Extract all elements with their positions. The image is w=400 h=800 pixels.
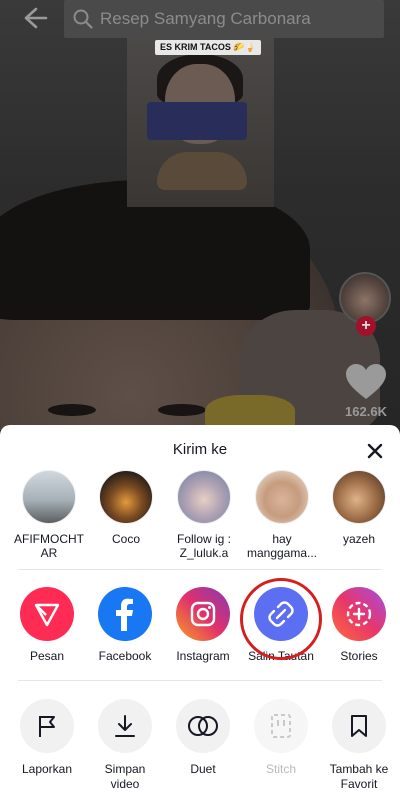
- search-query: Resep Samyang Carbonara: [100, 9, 311, 28]
- stitch-button: Stitch: [243, 699, 319, 777]
- facebook-icon: [98, 587, 152, 641]
- avatar: [99, 470, 153, 524]
- share-label: Pesan: [29, 649, 65, 663]
- divider: [18, 569, 382, 570]
- contact-name: yazeh: [342, 532, 376, 546]
- share-label: Facebook: [98, 649, 152, 663]
- contact-item[interactable]: Coco: [88, 470, 164, 546]
- contact-item[interactable]: AFIFMOCHT AR: [11, 470, 87, 560]
- paper-plane-icon: [20, 587, 74, 641]
- highlight-annotation-ring: [240, 578, 322, 660]
- contact-item[interactable]: Follow ig : Z_luluk.a: [166, 470, 242, 560]
- thumb-taco: [157, 152, 247, 190]
- close-icon[interactable]: [364, 440, 386, 462]
- search-bar[interactable]: Resep Samyang Carbonara: [64, 0, 384, 38]
- action-label: Tambah ke Favorit: [329, 762, 389, 791]
- flag-icon: [20, 699, 74, 753]
- action-label: Laporkan: [21, 762, 73, 776]
- stories-icon: [332, 587, 386, 641]
- action-label: Duet: [190, 762, 216, 776]
- share-sheet: Kirim ke AFIFMOCHT AR Coco Follow ig : Z_l…: [0, 425, 400, 800]
- add-to-favorites-button[interactable]: Tambah ke Favorit: [321, 699, 397, 792]
- stitched-video-thumbnail: ES KRIM TACOS 🌮🍦: [127, 32, 274, 207]
- download-icon: [98, 699, 152, 753]
- sheet-title: Kirim ke: [172, 441, 228, 458]
- avatar: [332, 470, 386, 524]
- share-stories-button[interactable]: Stories: [321, 587, 397, 663]
- video-person-eye: [158, 404, 206, 416]
- avatar: [177, 470, 231, 524]
- contact-item[interactable]: yazeh: [321, 470, 397, 546]
- video-caption: ES KRIM TACOS 🌮🍦: [155, 40, 261, 55]
- thumb-ice-cream-pack: [147, 102, 247, 140]
- search-icon: [72, 8, 94, 30]
- like-count: 162.6K: [345, 404, 387, 419]
- contact-item[interactable]: hay manggama...: [244, 470, 320, 560]
- share-pesan-button[interactable]: Pesan: [9, 587, 85, 663]
- share-label: Instagram: [176, 649, 230, 663]
- contact-name: Follow ig : Z_luluk.a: [176, 532, 232, 560]
- duet-button[interactable]: Duet: [165, 699, 241, 777]
- instagram-icon: [176, 587, 230, 641]
- contact-name: AFIFMOCHT AR: [14, 532, 84, 560]
- duet-icon: [176, 699, 230, 753]
- share-instagram-button[interactable]: Instagram: [165, 587, 241, 663]
- heart-icon[interactable]: [345, 363, 387, 401]
- follow-button[interactable]: +: [356, 316, 376, 336]
- save-video-button[interactable]: Simpan video: [87, 699, 163, 792]
- video-person-eye: [48, 404, 96, 416]
- avatar: [255, 470, 309, 524]
- share-label: Stories: [340, 649, 378, 663]
- stitch-icon: [254, 699, 308, 753]
- back-arrow-icon[interactable]: [20, 6, 50, 34]
- avatar: [22, 470, 76, 524]
- action-label: Stitch: [265, 762, 296, 776]
- share-facebook-button[interactable]: Facebook: [87, 587, 163, 663]
- bookmark-icon: [332, 699, 386, 753]
- contact-name: hay manggama...: [246, 532, 318, 560]
- divider: [18, 680, 382, 681]
- video-player[interactable]: ES KRIM TACOS 🌮🍦: [0, 0, 400, 430]
- contact-name: Coco: [111, 532, 140, 546]
- action-label: Simpan video: [104, 762, 146, 791]
- report-button[interactable]: Laporkan: [9, 699, 85, 777]
